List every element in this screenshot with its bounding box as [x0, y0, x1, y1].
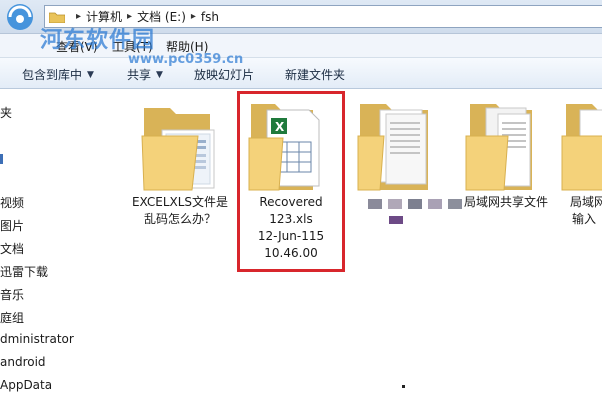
breadcrumb-folder[interactable]: fsh [201, 10, 219, 24]
folder-icon [561, 104, 602, 191]
folder-icon [141, 108, 215, 191]
blurred-filename-second-line [389, 216, 403, 224]
include-in-library-button[interactable]: 包含到库中 ▼ [22, 66, 94, 83]
file-label-line1: 局域网共享文件 [463, 195, 548, 209]
blur-block [428, 199, 442, 209]
file-label-line2: 输入 [572, 212, 597, 226]
nav-item-thunder-downloads[interactable]: 迅雷下载 [0, 263, 48, 280]
folder-excel-garbled[interactable]: EXCELXLS文件是 乱码怎么办？ [120, 96, 240, 236]
nav-item-homegroup[interactable]: 庭组 [0, 309, 24, 326]
new-folder-button[interactable]: 新建文件夹 [285, 66, 345, 83]
folder-icon [48, 11, 66, 23]
file-recovered-xls[interactable]: X Recovered 123.xls 12-Jun-115 10.46.00 [231, 96, 351, 266]
nav-item-documents[interactable]: 文档 [0, 240, 24, 257]
blur-block [388, 199, 402, 209]
nav-item-pictures[interactable]: 图片 [0, 217, 24, 234]
nav-item-appdata[interactable]: AppData [0, 378, 52, 392]
nav-item-administrator[interactable]: dministrator [0, 332, 74, 346]
command-toolbar: 包含到库中 ▼ 共享 ▼ 放映幻灯片 新建文件夹 [0, 58, 602, 89]
nav-scroll-mark [0, 154, 3, 164]
file-label-line1: Recovered [259, 195, 323, 209]
watermark-url: www.pc0359.cn [128, 52, 244, 67]
chevron-down-icon: ▼ [87, 69, 94, 80]
nav-item-favorites[interactable]: 夹 [0, 104, 12, 121]
cursor-dot [402, 385, 405, 388]
share-button[interactable]: 共享 ▼ [127, 66, 163, 83]
include-in-library-label: 包含到库中 [22, 68, 83, 82]
watermark-title: 河东软件园 [40, 28, 156, 53]
file-label-line1: 局域网 [570, 195, 602, 209]
blur-block [368, 199, 382, 209]
chevron-down-icon: ▼ [156, 69, 163, 80]
slideshow-button[interactable]: 放映幻灯片 [194, 66, 254, 83]
nav-item-videos[interactable]: 视频 [0, 194, 24, 211]
folder-icon [465, 104, 532, 191]
folder-lan-input[interactable]: 局域网 输入 [552, 96, 602, 246]
breadcrumb-separator: ▸ [76, 11, 82, 22]
nav-item-music[interactable]: 音乐 [0, 286, 24, 303]
excel-file-icon: X [248, 104, 320, 191]
breadcrumb-separator: ▸ [190, 11, 196, 22]
navigation-pane: 夹 视频 图片 文档 迅雷下载 音乐 庭组 dministrator andro… [0, 90, 84, 401]
site-logo-icon [7, 4, 33, 30]
share-label: 共享 [127, 68, 152, 82]
file-label-line4: 10.46.00 [264, 246, 318, 260]
nav-item-android[interactable]: android [0, 355, 46, 369]
file-label-line2: 123.xls [269, 212, 313, 226]
file-label-line1: EXCELXLS文件是 [131, 195, 229, 209]
svg-text:X: X [275, 120, 285, 134]
file-label-line3: 12-Jun-115 [257, 229, 325, 243]
breadcrumb-separator: ▸ [127, 11, 133, 22]
file-label-line2: 乱码怎么办？ [143, 212, 216, 226]
blur-block [408, 199, 422, 209]
folder-lan-share[interactable]: 局域网共享文件 [446, 96, 566, 226]
